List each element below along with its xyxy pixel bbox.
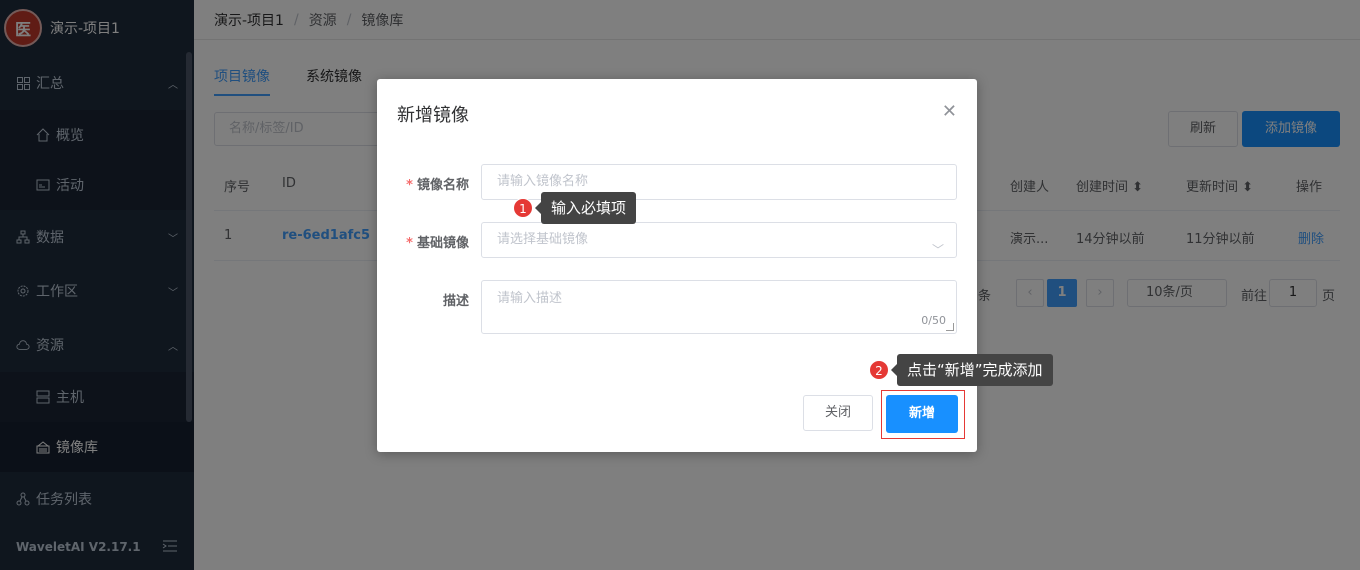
name-label-text: 镜像名称: [416, 178, 469, 193]
new-image-dialog: 新增镜像 ✕ * 镜像名称 请输入镜像名称 * 基础镜像 请选择基础镜像 ﹀ 描述 …: [377, 79, 977, 452]
base-label: * 基础镜像: [377, 232, 469, 251]
step-number-badge: 2: [869, 360, 889, 380]
tip-text: 点击“新增”完成添加: [891, 354, 1053, 386]
desc-label: 描述: [442, 294, 469, 309]
dialog-title: 新增镜像: [397, 105, 469, 126]
tip-text: 输入必填项: [534, 192, 637, 224]
description-textarea[interactable]: 请输入描述 0/50: [481, 280, 957, 334]
required-mark: *: [406, 178, 413, 193]
description-placeholder: 请输入描述: [497, 291, 563, 306]
tip-step-2: 2 点击“新增”完成添加: [869, 354, 1053, 386]
close-icon[interactable]: ✕: [942, 101, 957, 122]
resize-handle-icon[interactable]: [946, 323, 954, 331]
char-counter: 0/50: [921, 314, 946, 327]
name-label: * 镜像名称: [377, 174, 469, 193]
base-image-select[interactable]: 请选择基础镜像 ﹀: [481, 222, 957, 258]
highlight-frame: 新增: [881, 390, 965, 439]
chevron-down-icon: ﹀: [931, 243, 944, 257]
step-number-badge: 1: [513, 198, 533, 218]
confirm-add-button[interactable]: 新增: [886, 395, 958, 433]
base-label-text: 基础镜像: [416, 236, 469, 251]
required-mark: *: [406, 236, 413, 251]
cancel-button[interactable]: 关闭: [803, 395, 873, 431]
tip-step-1: 1 输入必填项: [513, 192, 637, 224]
base-image-placeholder: 请选择基础镜像: [497, 232, 589, 247]
